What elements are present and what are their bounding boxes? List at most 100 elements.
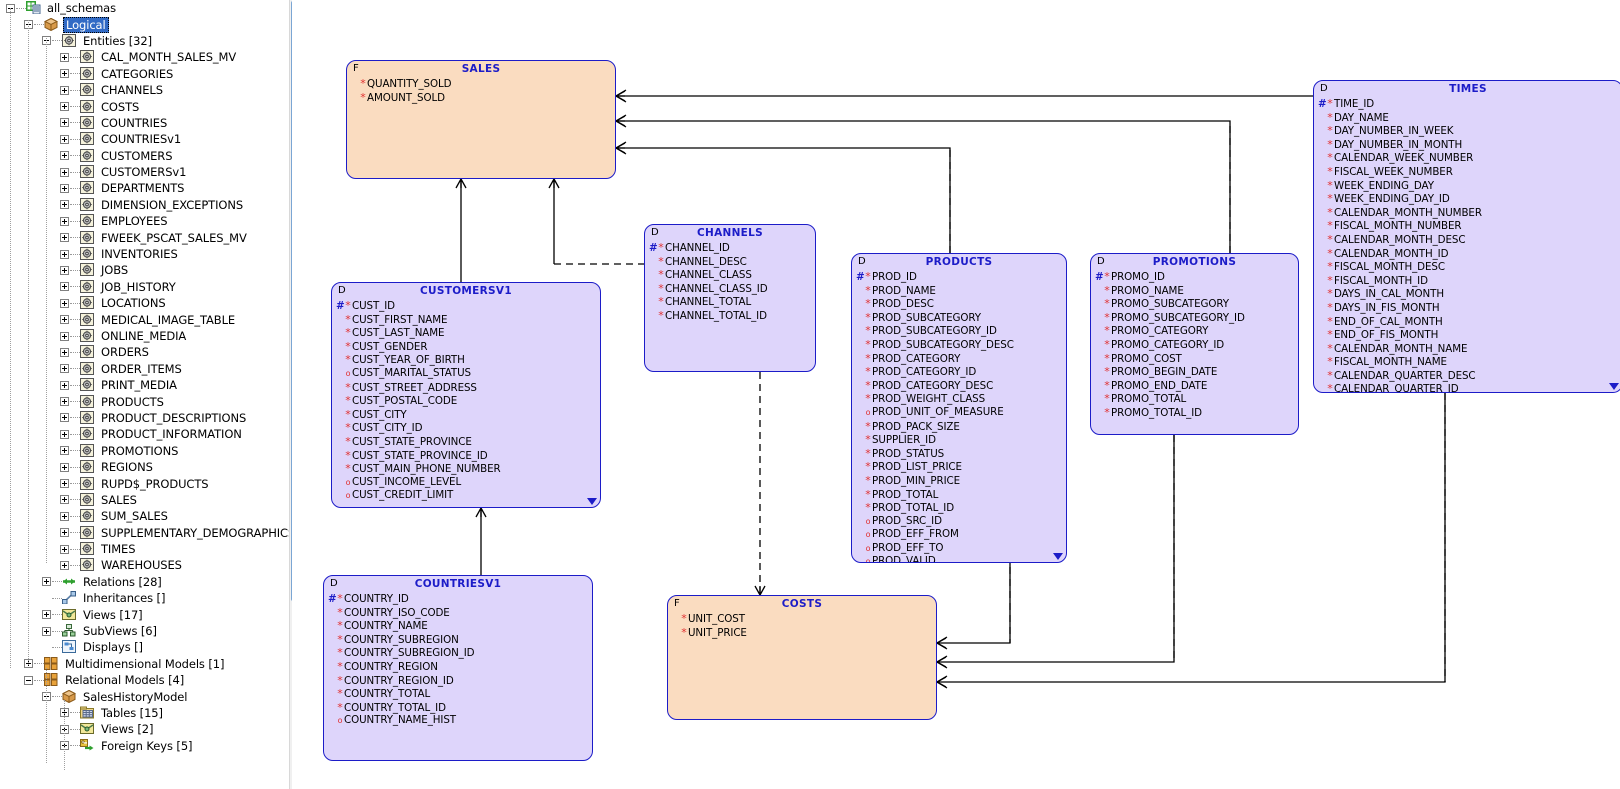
attribute-row[interactable]: *PROD_MIN_PRICE <box>852 474 1066 488</box>
attribute-row[interactable]: #*PROMO_ID <box>1091 270 1298 284</box>
tree-item-channels[interactable]: CHANNELS <box>0 82 289 98</box>
tree-item-cal-month-sales-mv[interactable]: CAL_MONTH_SALES_MV <box>0 49 289 65</box>
attribute-row[interactable]: *CUST_CITY <box>332 408 600 422</box>
tree-item-relations-28[interactable]: Relations [28] <box>0 574 289 590</box>
attribute-row[interactable]: *FISCAL_MONTH_DESC <box>1314 260 1620 274</box>
attribute-row[interactable]: *CALENDAR_MONTH_DESC <box>1314 233 1620 247</box>
tree-item-categories[interactable]: CATEGORIES <box>0 66 289 82</box>
tree-item-rupd-products[interactable]: RUPD$_PRODUCTS <box>0 475 289 491</box>
expand-icon[interactable] <box>60 216 69 226</box>
expand-icon[interactable] <box>60 167 69 177</box>
attribute-row[interactable]: *PROMO_COST <box>1091 352 1298 366</box>
expand-icon[interactable] <box>60 397 69 407</box>
attribute-row[interactable]: *COUNTRY_SUBREGION <box>324 633 592 647</box>
attribute-row[interactable]: *DAYS_IN_FIS_MONTH <box>1314 301 1620 315</box>
tree-item-supplementary-demographics[interactable]: SUPPLEMENTARY_DEMOGRAPHICS <box>0 525 289 541</box>
attribute-row[interactable]: *COUNTRY_NAME <box>324 619 592 633</box>
attribute-row[interactable]: *FISCAL_MONTH_ID <box>1314 274 1620 288</box>
attribute-row[interactable]: *COUNTRY_REGION <box>324 660 592 674</box>
attribute-row[interactable]: *CALENDAR_MONTH_NAME <box>1314 342 1620 356</box>
expand-icon[interactable] <box>60 331 69 341</box>
expand-icon[interactable] <box>60 528 69 538</box>
attribute-row[interactable]: o COUNTRY_NAME_HIST <box>324 714 592 728</box>
attribute-row[interactable]: *QUANTITY_SOLD <box>347 77 615 91</box>
tree-item-regions[interactable]: REGIONS <box>0 459 289 475</box>
attribute-row[interactable]: *WEEK_ENDING_DAY <box>1314 179 1620 193</box>
attribute-row[interactable]: *UNIT_COST <box>668 612 936 626</box>
expand-icon[interactable] <box>60 347 69 357</box>
tree-item-employees[interactable]: EMPLOYEES <box>0 213 289 229</box>
attribute-row[interactable]: *CALENDAR_QUARTER_DESC <box>1314 369 1620 383</box>
tree-item-relational-models-4[interactable]: Relational Models [4] <box>0 672 289 688</box>
entity-products[interactable]: D PRODUCTS #*PROD_ID *PROD_NAME *PROD_DESC *P… <box>851 253 1067 563</box>
attribute-row[interactable]: *COUNTRY_TOTAL_ID <box>324 701 592 715</box>
object-browser-tree[interactable]: all_schemas Logical Entities [32] CAL_MONTH… <box>0 0 289 789</box>
expand-icon[interactable] <box>42 610 51 620</box>
attribute-row[interactable]: *CUST_POSTAL_CODE <box>332 394 600 408</box>
attribute-row[interactable]: #*CHANNEL_ID <box>645 241 815 255</box>
attribute-row[interactable]: #*CUST_ID <box>332 299 600 313</box>
tree-item-views-17[interactable]: Views [17] <box>0 606 289 622</box>
attribute-row[interactable]: *FISCAL_MONTH_NUMBER <box>1314 219 1620 233</box>
entity-more-attributes-indicator[interactable] <box>587 498 597 505</box>
tree-item-promotions[interactable]: PROMOTIONS <box>0 443 289 459</box>
entity-times[interactable]: D TIMES #*TIME_ID *DAY_NAME *DAY_NUMBER_IN_W… <box>1313 80 1620 393</box>
attribute-row[interactable]: *CUST_GENDER <box>332 340 600 354</box>
attribute-row[interactable]: *COUNTRY_TOTAL <box>324 687 592 701</box>
attribute-row[interactable]: *WEEK_ENDING_DAY_ID <box>1314 192 1620 206</box>
tree-item-foreign-keys-5[interactable]: Foreign Keys [5] <box>0 738 289 754</box>
entity-promotions[interactable]: D PROMOTIONS #*PROMO_ID *PROMO_NAME *PROMO_S… <box>1090 253 1299 435</box>
tree-item-entities-32[interactable]: Entities [32] <box>0 33 289 49</box>
tree-item-views-2[interactable]: Views [2] <box>0 721 289 737</box>
expand-icon[interactable] <box>60 85 69 95</box>
attribute-row[interactable]: *PROMO_BEGIN_DATE <box>1091 365 1298 379</box>
expand-icon[interactable] <box>60 315 69 325</box>
tree-item-order-items[interactable]: ORDER_ITEMS <box>0 361 289 377</box>
tree-item-saleshistorymodel[interactable]: SalesHistoryModel <box>0 688 289 704</box>
attribute-row[interactable]: *CUST_FIRST_NAME <box>332 313 600 327</box>
tree-item-tables-15[interactable]: Tables [15] <box>0 705 289 721</box>
tree-item-countriesv1[interactable]: COUNTRIESv1 <box>0 131 289 147</box>
tree-item-print-media[interactable]: PRINT_MEDIA <box>0 377 289 393</box>
attribute-row[interactable]: #*TIME_ID <box>1314 97 1620 111</box>
attribute-row[interactable]: *CUST_CITY_ID <box>332 421 600 435</box>
attribute-row[interactable]: #*COUNTRY_ID <box>324 592 592 606</box>
attribute-row[interactable]: *FISCAL_WEEK_NUMBER <box>1314 165 1620 179</box>
expand-icon[interactable] <box>60 118 69 128</box>
attribute-row[interactable]: o PROD_EFF_FROM <box>852 528 1066 542</box>
attribute-row[interactable]: *PROD_CATEGORY_DESC <box>852 379 1066 393</box>
tree-item-customersv1[interactable]: CUSTOMERSv1 <box>0 164 289 180</box>
expand-icon[interactable] <box>60 200 69 210</box>
expand-icon[interactable] <box>60 429 69 439</box>
entity-customersv1[interactable]: D CUSTOMERSV1 #*CUST_ID *CUST_FIRST_NAME *CU… <box>331 282 601 508</box>
attribute-row[interactable]: *CALENDAR_MONTH_NUMBER <box>1314 206 1620 220</box>
attribute-row[interactable]: *COUNTRY_SUBREGION_ID <box>324 646 592 660</box>
expand-icon[interactable] <box>42 577 51 587</box>
attribute-row[interactable]: *PROMO_SUBCATEGORY <box>1091 297 1298 311</box>
tree-item-products[interactable]: PRODUCTS <box>0 393 289 409</box>
tree-item-displays[interactable]: Displays [] <box>0 639 289 655</box>
attribute-row[interactable]: *PROD_CATEGORY <box>852 352 1066 366</box>
attribute-row[interactable]: *CUST_LAST_NAME <box>332 326 600 340</box>
attribute-row[interactable]: *PROD_TOTAL_ID <box>852 501 1066 515</box>
attribute-row[interactable]: o CUST_CREDIT_LIMIT <box>332 489 600 503</box>
attribute-row[interactable]: *CUST_YEAR_OF_BIRTH <box>332 353 600 367</box>
attribute-row[interactable]: *CHANNEL_CLASS_ID <box>645 282 815 296</box>
attribute-row[interactable]: *CHANNEL_TOTAL <box>645 295 815 309</box>
expand-icon[interactable] <box>60 249 69 259</box>
attribute-row[interactable]: o PROD_VALID <box>852 555 1066 562</box>
attribute-row[interactable]: *PROD_SUBCATEGORY <box>852 311 1066 325</box>
attribute-row[interactable]: *DAY_NUMBER_IN_MONTH <box>1314 138 1620 152</box>
attribute-row[interactable]: *DAYS_IN_CAL_MONTH <box>1314 287 1620 301</box>
tree-item-fweek-pscat-sales-mv[interactable]: FWEEK_PSCAT_SALES_MV <box>0 229 289 245</box>
attribute-row[interactable]: *FISCAL_MONTH_NAME <box>1314 355 1620 369</box>
attribute-row[interactable]: *END_OF_CAL_MONTH <box>1314 315 1620 329</box>
entity-sales[interactable]: F SALES *QUANTITY_SOLD *AMOUNT_SOLD <box>346 60 616 179</box>
tree-item-logical[interactable]: Logical <box>0 16 289 33</box>
expand-icon[interactable] <box>60 183 69 193</box>
attribute-row[interactable]: *PROMO_TOTAL <box>1091 392 1298 406</box>
attribute-row[interactable]: *PROD_TOTAL <box>852 488 1066 502</box>
tree-item-customers[interactable]: CUSTOMERS <box>0 148 289 164</box>
expand-icon[interactable] <box>60 69 69 79</box>
attribute-row[interactable]: *CHANNEL_DESC <box>645 255 815 269</box>
